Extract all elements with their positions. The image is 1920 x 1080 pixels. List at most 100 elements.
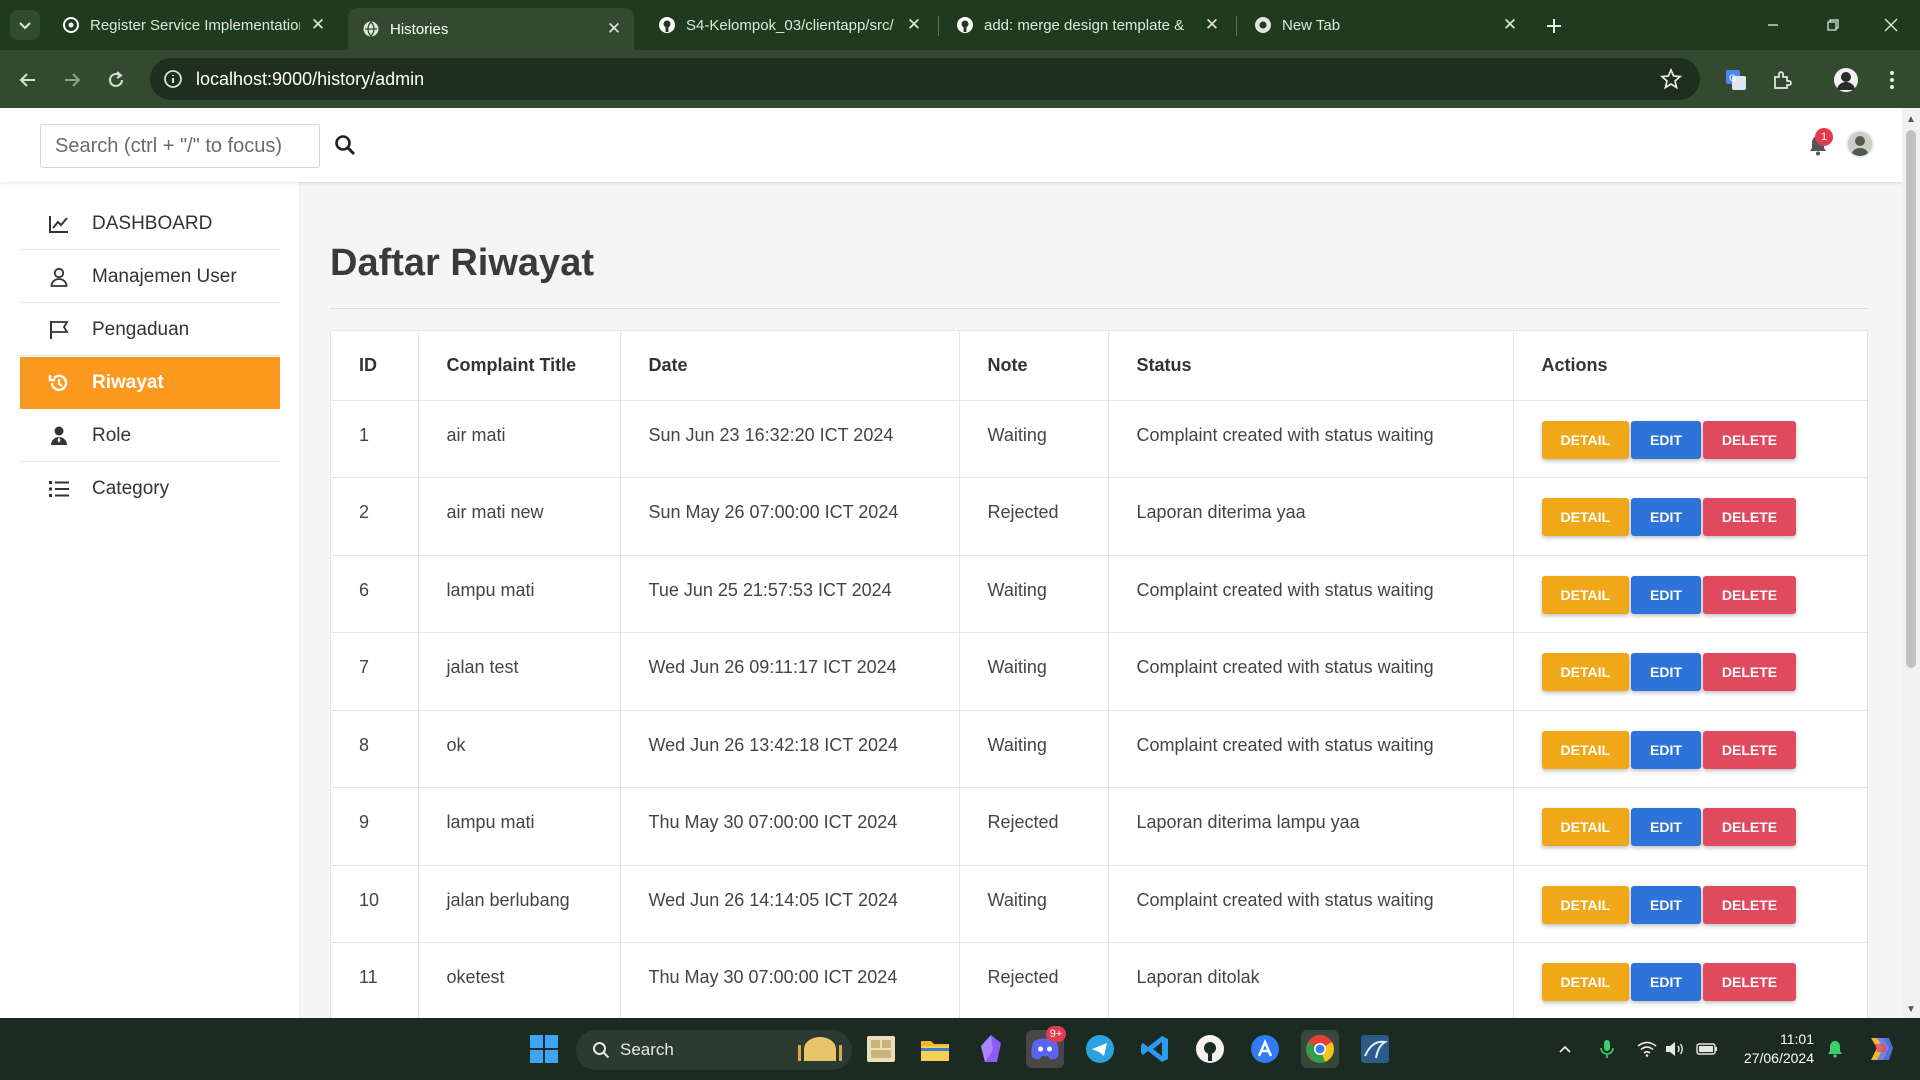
file-explorer-icon[interactable] xyxy=(916,1030,954,1068)
avatar[interactable] xyxy=(1846,130,1874,158)
detail-button[interactable]: DETAIL xyxy=(1541,575,1630,614)
app-store-icon[interactable] xyxy=(1246,1030,1284,1068)
profile-avatar[interactable] xyxy=(1832,66,1860,94)
reload-icon xyxy=(109,71,123,87)
globe-icon xyxy=(362,20,380,38)
delete-button[interactable]: DELETE xyxy=(1702,963,1797,1001)
delete-button[interactable]: DELETE xyxy=(1702,420,1797,459)
github-icon xyxy=(658,16,676,34)
taskbar-search[interactable]: Search xyxy=(576,1030,852,1070)
chrome-icon[interactable] xyxy=(1301,1030,1339,1068)
close-tab-icon[interactable]: ✕ xyxy=(1202,15,1222,35)
windows-start-icon[interactable] xyxy=(525,1030,563,1068)
browser-tab-2[interactable]: Histories ✕ xyxy=(348,8,634,50)
volume-icon[interactable] xyxy=(1662,1036,1688,1062)
detail-button[interactable]: DETAIL xyxy=(1541,808,1630,846)
close-tab-icon[interactable]: ✕ xyxy=(904,15,924,35)
back-button[interactable] xyxy=(12,64,44,96)
sidebar-item-category[interactable]: Category xyxy=(20,463,280,515)
microphone-icon[interactable] xyxy=(1594,1036,1620,1062)
delete-button[interactable]: DELETE xyxy=(1702,575,1797,614)
delete-button[interactable]: DELETE xyxy=(1702,730,1797,769)
scrollbar-thumb[interactable] xyxy=(1906,130,1916,668)
tab-title: add: merge design template & xyxy=(984,16,1185,34)
delete-button[interactable]: DELETE xyxy=(1702,808,1797,846)
battery-icon[interactable] xyxy=(1694,1036,1720,1062)
edit-button[interactable]: EDIT xyxy=(1631,808,1701,846)
edit-button[interactable]: EDIT xyxy=(1631,498,1701,536)
google-translate-icon[interactable]: G xyxy=(1722,66,1750,94)
vscode-icon[interactable] xyxy=(1136,1030,1174,1068)
mysql-workbench-icon[interactable] xyxy=(1356,1030,1394,1068)
edit-button[interactable]: EDIT xyxy=(1631,963,1701,1001)
sidebar-item-dashboard[interactable]: DASHBOARD xyxy=(20,198,280,250)
search-button[interactable] xyxy=(332,132,358,158)
wifi-icon[interactable] xyxy=(1634,1036,1660,1062)
cell-title: jalan berlubang xyxy=(418,865,621,943)
minimize-icon xyxy=(1768,24,1778,26)
notification-bell-icon[interactable] xyxy=(1822,1036,1848,1062)
cell-actions: DETAIL EDIT DELETE xyxy=(1513,710,1869,788)
delete-button[interactable]: DELETE xyxy=(1702,653,1797,691)
browser-menu-icon[interactable] xyxy=(1878,66,1906,94)
edit-button[interactable]: EDIT xyxy=(1631,420,1701,459)
sidebar-item-label: Pengaduan xyxy=(92,318,190,340)
taskbar-clock[interactable]: 11:01 27/06/2024 xyxy=(1730,1030,1814,1068)
forward-button[interactable] xyxy=(56,64,88,96)
obsidian-icon[interactable] xyxy=(972,1030,1010,1068)
bookmark-star-icon[interactable] xyxy=(1658,66,1684,92)
new-tab-button[interactable] xyxy=(1540,12,1568,40)
browser-tab-3[interactable]: S4-Kelompok_03/clientapp/src/ ✕ xyxy=(644,8,934,42)
site-info-icon[interactable] xyxy=(162,68,184,90)
cell-actions: DETAIL EDIT DELETE xyxy=(1513,400,1869,478)
edit-button[interactable]: EDIT xyxy=(1631,575,1701,614)
detail-button[interactable]: DETAIL xyxy=(1541,653,1630,691)
widgets-icon[interactable] xyxy=(862,1030,900,1068)
detail-button[interactable]: DETAIL xyxy=(1541,730,1630,769)
windows-taskbar xyxy=(0,1018,1920,1080)
restore-button[interactable] xyxy=(1810,10,1856,40)
sidebar-item-manajemen-user[interactable]: Manajemen User xyxy=(20,251,280,303)
scroll-down-arrow-icon[interactable]: ▼ xyxy=(1905,1002,1917,1016)
edit-button[interactable]: EDIT xyxy=(1631,885,1701,924)
telegram-icon[interactable] xyxy=(1081,1030,1119,1068)
edit-button[interactable]: EDIT xyxy=(1631,730,1701,769)
sidebar-item-role[interactable]: Role xyxy=(20,410,280,462)
show-hidden-icons-chevron-icon[interactable] xyxy=(1552,1036,1578,1062)
cell-actions: DETAIL EDIT DELETE xyxy=(1513,865,1869,943)
detail-button[interactable]: DETAIL xyxy=(1541,498,1630,536)
detail-button[interactable]: DETAIL xyxy=(1541,420,1630,459)
extensions-icon[interactable] xyxy=(1768,66,1796,94)
page-title: Daftar Riwayat xyxy=(330,242,594,284)
detail-button[interactable]: DETAIL xyxy=(1541,963,1630,1001)
sidebar-item-riwayat[interactable]: Riwayat xyxy=(20,357,280,409)
cell-id: 7 xyxy=(331,632,419,711)
delete-button[interactable]: DELETE xyxy=(1702,885,1797,924)
close-tab-icon[interactable]: ✕ xyxy=(1500,15,1520,35)
cell-actions: DETAIL EDIT DELETE xyxy=(1513,477,1869,556)
search-input[interactable] xyxy=(40,124,320,168)
tab-search-button[interactable] xyxy=(10,10,40,40)
tab-separator xyxy=(1236,16,1237,36)
table-row: 7 jalan test Wed Jun 26 09:11:17 ICT 202… xyxy=(331,632,1869,711)
browser-tab-5[interactable]: New Tab ✕ xyxy=(1240,8,1530,42)
github-desktop-icon[interactable] xyxy=(1191,1030,1229,1068)
scroll-up-arrow-icon[interactable]: ▲ xyxy=(1905,112,1917,126)
svg-text:G: G xyxy=(1729,74,1736,84)
edit-button[interactable]: EDIT xyxy=(1631,653,1701,691)
close-tab-icon[interactable]: ✕ xyxy=(308,15,328,35)
reload-button[interactable] xyxy=(100,64,132,96)
url-text[interactable]: localhost:9000/history/admin xyxy=(196,68,424,90)
detail-button[interactable]: DETAIL xyxy=(1541,885,1630,924)
sidebar-item-pengaduan[interactable]: Pengaduan xyxy=(20,304,280,356)
copilot-icon[interactable] xyxy=(1864,1033,1896,1065)
delete-button[interactable]: DELETE xyxy=(1702,498,1797,536)
close-window-button[interactable] xyxy=(1868,10,1914,40)
cell-id: 8 xyxy=(331,710,419,788)
minimize-button[interactable] xyxy=(1750,10,1796,40)
browser-tab-4[interactable]: add: merge design template & ✕ xyxy=(942,8,1232,42)
cell-actions: DETAIL EDIT DELETE xyxy=(1513,555,1869,633)
browser-tab-1[interactable]: Register Service Implementation ✕ xyxy=(48,8,338,42)
cell-status: Complaint created with status waiting xyxy=(1108,400,1514,478)
close-tab-icon[interactable]: ✕ xyxy=(604,19,624,39)
